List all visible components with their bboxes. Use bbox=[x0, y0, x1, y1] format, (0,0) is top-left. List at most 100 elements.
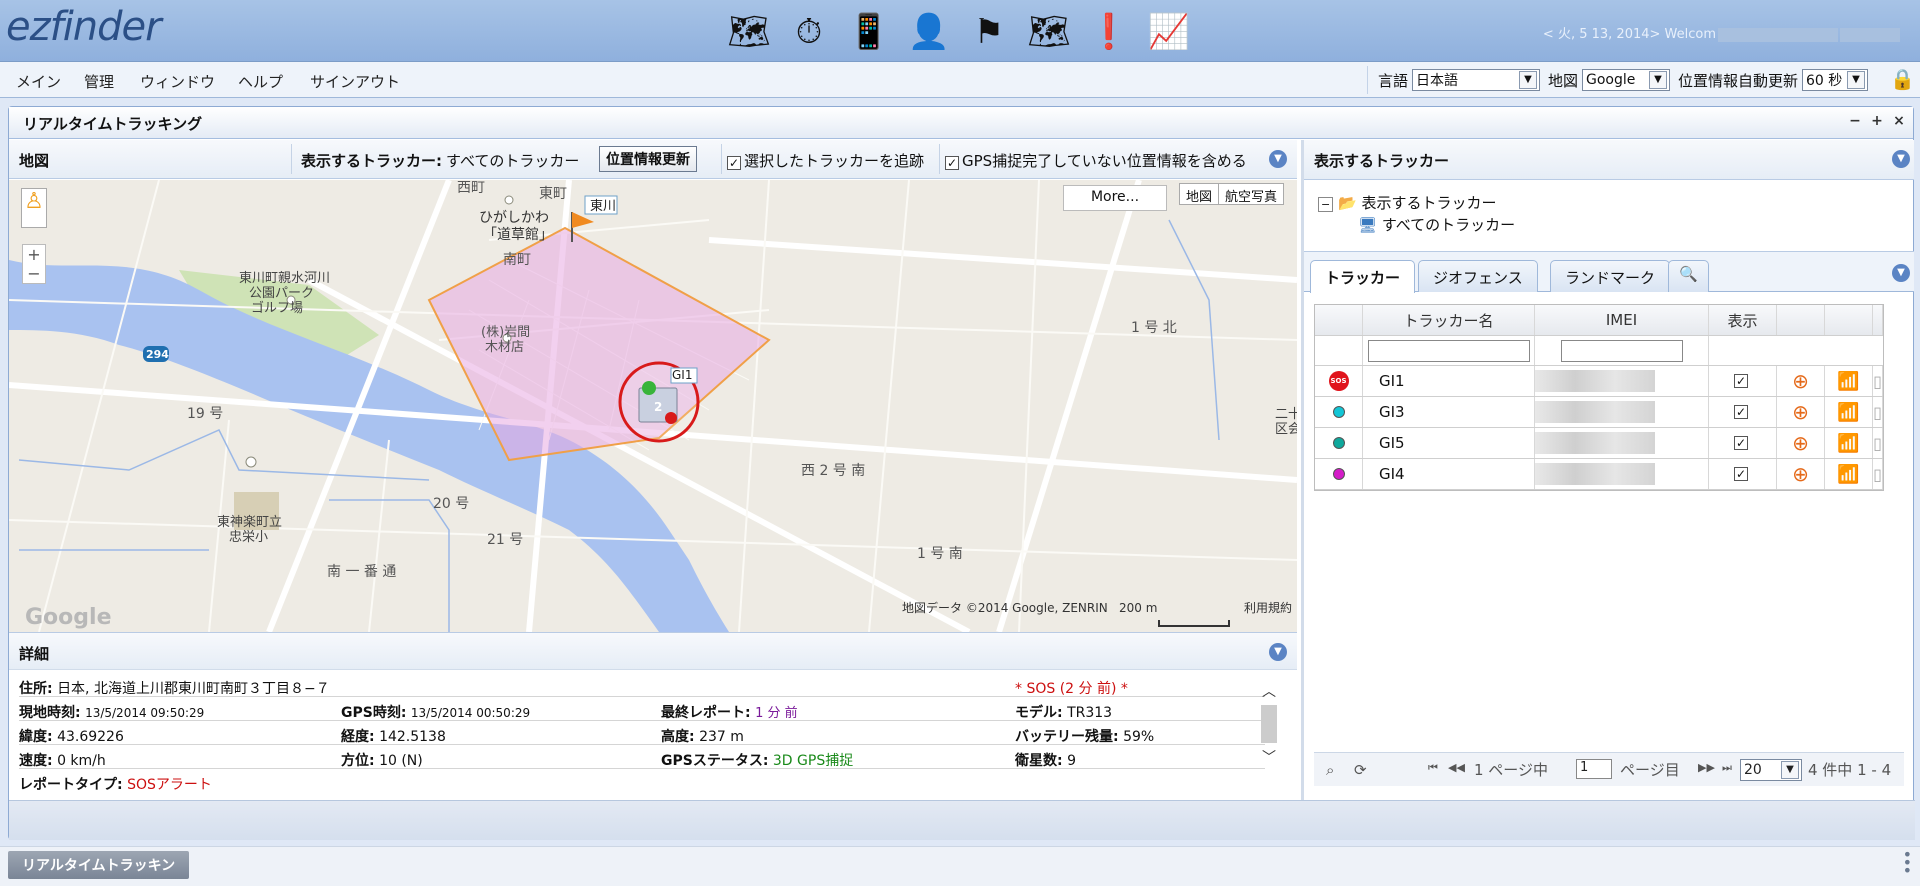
filter-cell bbox=[1535, 336, 1709, 365]
map-svg: 西町 東町 東川 ひがしかわ 「道草館」 南町 東川町親水河川 公園パーク ゴル… bbox=[9, 180, 1297, 632]
tracker-group-icon: 🖥 bbox=[1358, 216, 1378, 234]
menu-main[interactable]: メイン bbox=[16, 71, 61, 92]
refresh-select[interactable]: 60 秒 ▼ bbox=[1802, 69, 1868, 91]
header-bar: ezfinder 🗺 ⏱ 📱 👤 ⚑ 🗺 ❗ 📈 < 火, 5 13, 2014> Welco… bbox=[0, 0, 1920, 62]
header-imei[interactable]: IMEI bbox=[1535, 305, 1709, 335]
details-page-icon[interactable]: ▯ bbox=[1873, 459, 1883, 489]
tree-child-label: すべてのトラッカー bbox=[1381, 216, 1516, 234]
locate-icon[interactable]: ⊕ bbox=[1777, 397, 1825, 427]
speed-value: 0 km/h bbox=[57, 753, 106, 769]
search-icon[interactable]: ⌕ bbox=[1326, 761, 1334, 779]
street-view-icon[interactable]: ♙ bbox=[21, 188, 47, 228]
details-page-icon[interactable]: ▯ bbox=[1873, 397, 1883, 427]
locate-icon[interactable]: ⊕ bbox=[1777, 459, 1825, 489]
collapse-icon[interactable]: ▼ bbox=[1269, 150, 1287, 168]
follow-tracker-label: 選択したトラッカーを追跡 bbox=[744, 152, 925, 170]
menu-admin[interactable]: 管理 bbox=[84, 71, 114, 92]
collapse-tree-icon[interactable]: − bbox=[1318, 197, 1334, 212]
show-checkbox[interactable]: ✓ bbox=[1734, 405, 1748, 419]
locate-icon[interactable]: ⊕ bbox=[1777, 366, 1825, 396]
include-no-gps-checkbox[interactable]: ✓ GPS捕捉完了していない位置情報を含める bbox=[945, 150, 1247, 171]
show-cell: ✓ bbox=[1709, 428, 1777, 458]
follow-tracker-checkbox[interactable]: ✓ 選択したトラッカーを追跡 bbox=[727, 150, 924, 171]
lock-icon[interactable]: 🔒 bbox=[1890, 67, 1915, 93]
show-cell: ✓ bbox=[1709, 366, 1777, 396]
route-map-icon[interactable]: 🗺 bbox=[1022, 6, 1076, 58]
more-options-icon[interactable]: • • • bbox=[1903, 847, 1912, 879]
update-location-button[interactable]: 位置情報更新 bbox=[599, 146, 697, 172]
taskbar-window-button[interactable]: リアルタイムトラッキン bbox=[8, 851, 190, 879]
address-value: 日本, 北海道上川郡東川町南町３丁目８−７ bbox=[57, 681, 330, 697]
table-row[interactable]: GI5 ✓ ⊕ 📶 ▯ bbox=[1315, 428, 1883, 459]
header-tracker-name[interactable]: トラッカー名 bbox=[1363, 305, 1535, 335]
name-filter-input[interactable] bbox=[1367, 339, 1530, 362]
show-checkbox[interactable]: ✓ bbox=[1734, 436, 1748, 450]
per-page-select[interactable]: 20 ▼ bbox=[1740, 759, 1802, 781]
details-scrollbar[interactable]: ︿ ﹀ bbox=[1259, 681, 1279, 781]
minimize-icon[interactable]: − bbox=[1847, 113, 1863, 129]
page-number-input[interactable]: 1 bbox=[1576, 759, 1612, 779]
scroll-up-icon[interactable]: ︿ bbox=[1259, 681, 1279, 701]
tab-landmark[interactable]: ランドマーク bbox=[1550, 260, 1671, 292]
show-checkbox[interactable]: ✓ bbox=[1734, 374, 1748, 388]
prev-page-icon[interactable]: ◀◀ bbox=[1448, 761, 1465, 774]
details-page-icon[interactable]: ▯ bbox=[1873, 428, 1883, 458]
device-signal-icon[interactable]: 📶 bbox=[1825, 366, 1873, 396]
table-row[interactable]: GI4 ✓ ⊕ 📶 ▯ bbox=[1315, 459, 1883, 490]
map-copyright[interactable]: 地図データ ©2014 Google, ZENRIN bbox=[902, 600, 1108, 615]
zoom-out-button[interactable]: − bbox=[23, 264, 45, 283]
tree-root[interactable]: − 📂 表示するトラッカー bbox=[1318, 192, 1496, 213]
tab-geofence[interactable]: ジオフェンス bbox=[1418, 260, 1538, 292]
map-icon[interactable]: 🗺 bbox=[722, 6, 776, 58]
alert-icon[interactable]: ❗ bbox=[1082, 6, 1136, 58]
checkbox-icon: ✓ bbox=[945, 156, 959, 170]
tab-search[interactable]: 🔍 bbox=[1668, 260, 1709, 292]
more-button[interactable]: More... bbox=[1063, 185, 1167, 211]
heading-value: 10 (N) bbox=[379, 753, 423, 769]
model-label: モデル: bbox=[1015, 705, 1063, 721]
menu-help[interactable]: ヘルプ bbox=[238, 71, 283, 92]
close-icon[interactable]: × bbox=[1891, 113, 1907, 129]
details-page-icon[interactable]: ▯ bbox=[1873, 366, 1883, 396]
map-label: 南 一 番 通 bbox=[327, 564, 396, 580]
report-chart-icon[interactable]: 📈 bbox=[1142, 6, 1196, 58]
maximize-icon[interactable]: + bbox=[1869, 113, 1885, 129]
device-signal-icon[interactable]: 📶 bbox=[1825, 428, 1873, 458]
flag-icon[interactable]: ⚑ bbox=[962, 6, 1016, 58]
collapse-icon[interactable]: ▼ bbox=[1892, 264, 1910, 282]
map-type-aerial[interactable]: 航空写真 bbox=[1219, 184, 1283, 205]
table-row[interactable]: GI3 ✓ ⊕ 📶 ▯ bbox=[1315, 397, 1883, 428]
locate-icon[interactable]: ⊕ bbox=[1777, 428, 1825, 458]
scroll-down-icon[interactable]: ﹀ bbox=[1259, 747, 1279, 767]
menu-signout[interactable]: サインアウト bbox=[310, 71, 400, 92]
menu-bar: メイン 管理 ウィンドウ ヘルプ サインアウト 言語 日本語 ▼ 地図 Googl… bbox=[0, 62, 1920, 98]
collapse-icon[interactable]: ▼ bbox=[1269, 643, 1287, 661]
device-icon[interactable]: 📱 bbox=[842, 6, 896, 58]
first-page-icon[interactable]: ⏮ bbox=[1428, 761, 1438, 775]
header-show[interactable]: 表示 bbox=[1709, 305, 1777, 335]
user-icon[interactable]: 👤 bbox=[902, 6, 956, 58]
map-canvas[interactable]: 西町 東町 東川 ひがしかわ 「道草館」 南町 東川町親水河川 公園パーク ゴル… bbox=[9, 180, 1297, 632]
device-signal-icon[interactable]: 📶 bbox=[1825, 459, 1873, 489]
tab-trackers[interactable]: トラッカー bbox=[1310, 260, 1416, 293]
map-provider-select[interactable]: Google ▼ bbox=[1581, 69, 1670, 91]
device-signal-icon[interactable]: 📶 bbox=[1825, 397, 1873, 427]
collapse-icon[interactable]: ▼ bbox=[1892, 150, 1910, 168]
imei-filter-input[interactable] bbox=[1560, 339, 1683, 362]
scroll-thumb[interactable] bbox=[1261, 705, 1277, 743]
next-page-icon[interactable]: ▶▶ bbox=[1698, 761, 1715, 774]
checkbox-icon: ✓ bbox=[727, 156, 741, 170]
gps-time-value: 13/5/2014 00:50:29 bbox=[410, 706, 531, 720]
show-checkbox[interactable]: ✓ bbox=[1734, 467, 1748, 481]
language-select[interactable]: 日本語 ▼ bbox=[1411, 69, 1540, 91]
terms-link[interactable]: 利用規約 bbox=[1244, 600, 1292, 615]
tree-child[interactable]: 🖥 すべてのトラッカー bbox=[1358, 214, 1515, 235]
last-page-icon[interactable]: ⏭ bbox=[1722, 761, 1732, 775]
menu-window[interactable]: ウィンドウ bbox=[140, 71, 215, 92]
table-row[interactable]: SOS GI1 ✓ ⊕ 📶 ▯ bbox=[1315, 366, 1883, 397]
stopwatch-icon[interactable]: ⏱ bbox=[782, 6, 836, 58]
zoom-in-button[interactable]: + bbox=[23, 245, 45, 264]
refresh-icon[interactable]: ⟳ bbox=[1354, 761, 1367, 779]
map-type-map[interactable]: 地図 bbox=[1180, 184, 1220, 205]
map-type-control: 地図 航空写真 bbox=[1179, 183, 1285, 205]
